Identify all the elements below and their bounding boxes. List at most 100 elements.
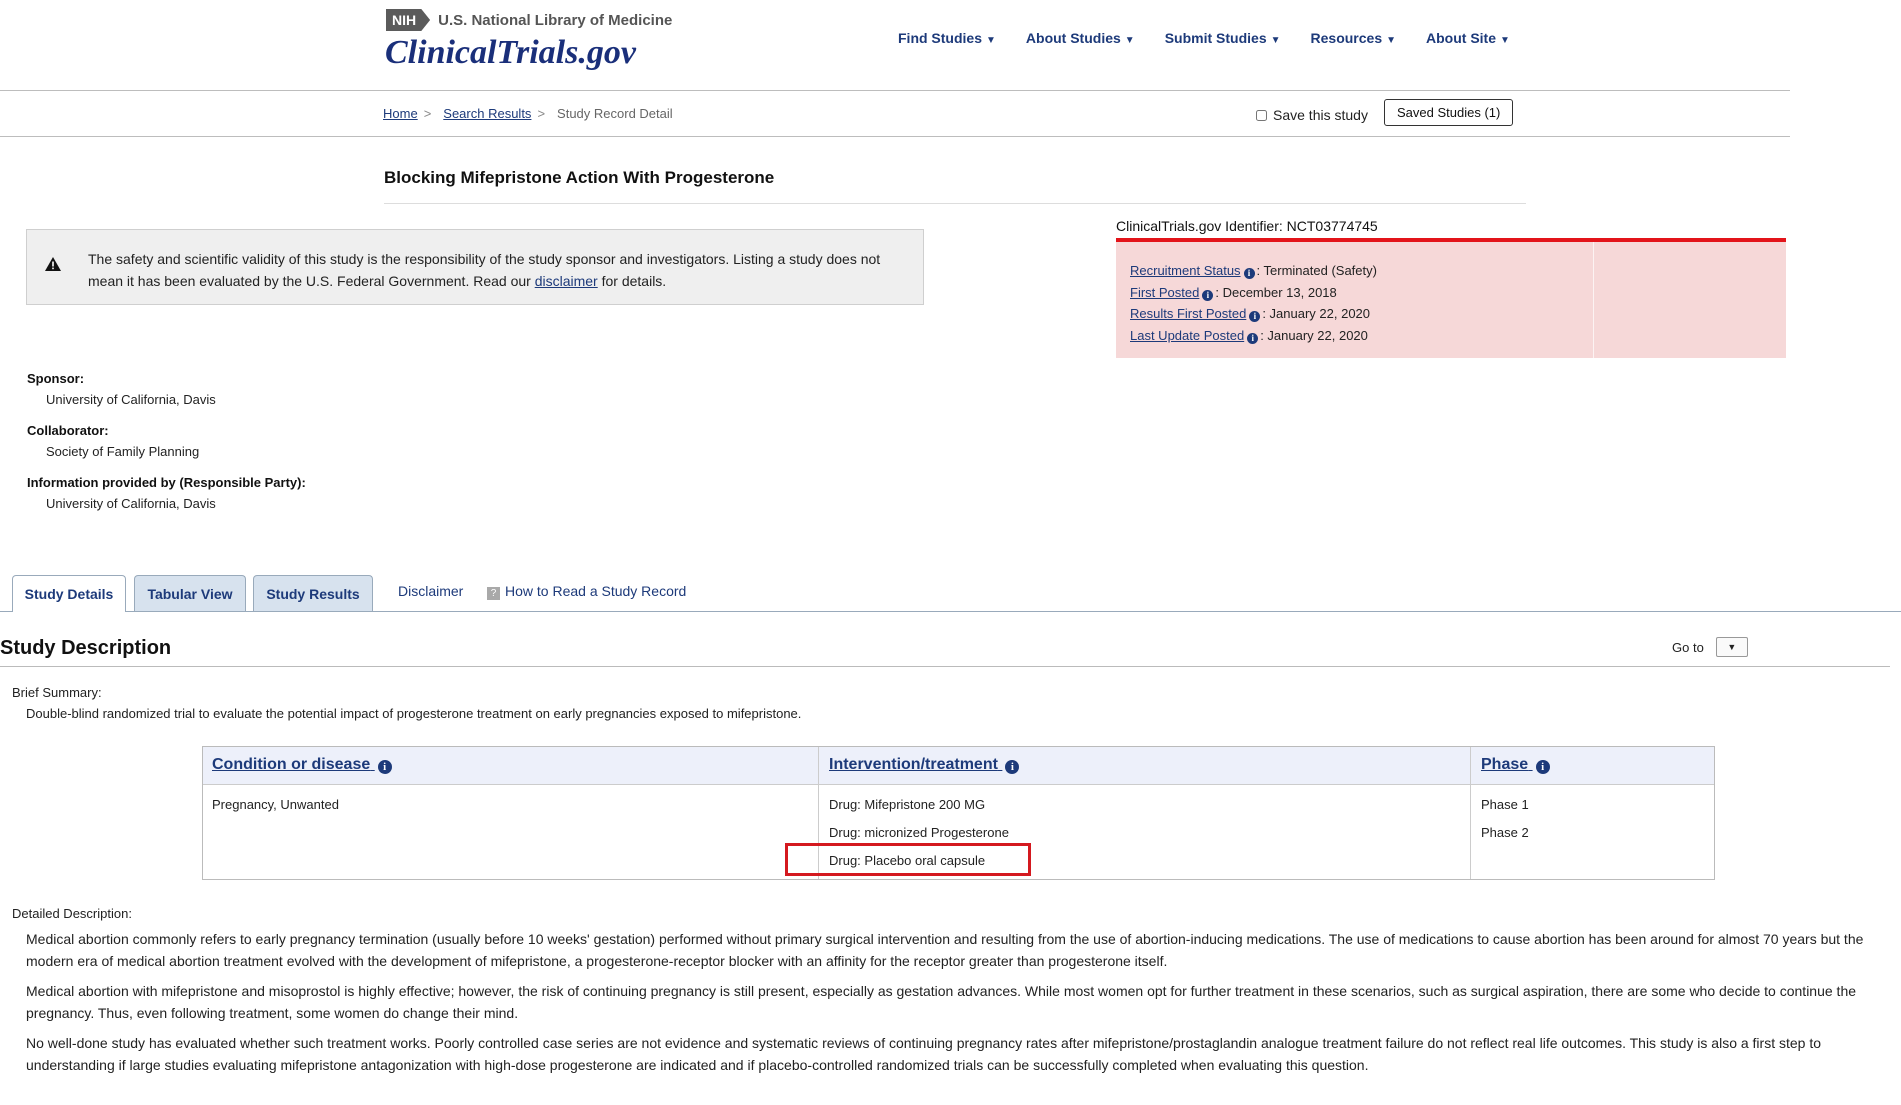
saved-studies-button[interactable]: Saved Studies (1)	[1384, 99, 1514, 126]
breadcrumb: Home > Search Results > Study Record Det…	[383, 106, 673, 121]
main-nav: Find Studies ▼ About Studies ▼ Submit Stud…	[898, 30, 1540, 46]
nav-find-studies[interactable]: Find Studies ▼	[898, 30, 996, 46]
first-posted-label[interactable]: First Posted	[1130, 285, 1199, 300]
save-study-label: Save this study	[1273, 107, 1368, 123]
goto-control: Go to ▼	[1672, 637, 1748, 657]
last-update-posted-label[interactable]: Last Update Posted	[1130, 328, 1244, 343]
collaborator-group: Collaborator: Society of Family Planning	[27, 423, 306, 459]
tab-tabular-view[interactable]: Tabular View	[134, 575, 246, 611]
study-identifier: ClinicalTrials.gov Identifier: NCT037747…	[1116, 218, 1378, 234]
site-header: NIH U.S. National Library of Medicine Cl…	[0, 0, 1790, 91]
how-to-read-label: How to Read a Study Record	[505, 583, 687, 599]
sponsor-value: University of California, Davis	[46, 392, 216, 407]
breadcrumb-home[interactable]: Home	[383, 106, 418, 121]
nav-label: Resources	[1310, 30, 1383, 46]
caret-down-icon: ▼	[1386, 35, 1397, 46]
how-to-read-link[interactable]: ? How to Read a Study Record	[487, 583, 686, 600]
breadcrumb-bar: Home > Search Results > Study Record Det…	[0, 91, 1790, 137]
caret-down-icon: ▼	[1500, 35, 1510, 46]
info-icon[interactable]: i	[1247, 332, 1259, 344]
description-divider	[0, 666, 1890, 667]
disclaimer-link[interactable]: disclaimer	[535, 273, 598, 289]
header-condition[interactable]: Condition or disease i	[212, 756, 394, 774]
goto-label: Go to	[1672, 639, 1704, 655]
panel-divider	[1593, 242, 1594, 358]
save-study-toggle[interactable]: Save this study	[1256, 107, 1368, 123]
header-phase-label: Phase	[1481, 756, 1529, 773]
collaborator-label: Collaborator:	[27, 423, 109, 438]
breadcrumb-current: Study Record Detail	[557, 106, 673, 121]
column-divider	[1470, 747, 1471, 879]
detailed-paragraph: Medical abortion commonly refers to earl…	[26, 931, 1864, 969]
nav-about-site[interactable]: About Site ▼	[1426, 30, 1510, 46]
disclaimer-text-part: The safety and scientific validity of th…	[88, 251, 881, 289]
status-list: Recruitment Status i: Terminated (Safety)…	[1130, 260, 1377, 346]
help-icon: ?	[487, 587, 500, 600]
tab-study-details[interactable]: Study Details	[12, 575, 126, 612]
header-condition-label: Condition or disease	[212, 756, 371, 773]
first-posted-row: First Posted i: December 13, 2018	[1130, 282, 1377, 304]
condition-cell: Pregnancy, Unwanted	[212, 797, 339, 812]
nav-label: About Studies	[1025, 30, 1121, 46]
phase-cell: Phase 2	[1481, 825, 1529, 840]
brief-summary-label: Brief Summary:	[12, 685, 102, 700]
sponsor-group: Sponsor: University of California, Davis	[27, 371, 306, 407]
caret-down-icon: ▼	[986, 35, 996, 46]
title-divider	[384, 203, 1526, 204]
brief-summary-text: Double-blind randomized trial to evaluat…	[26, 706, 802, 721]
info-icon[interactable]: i	[1243, 268, 1255, 279]
caret-down-icon: ▼	[1124, 35, 1135, 46]
intervention-cell: Drug: Mifepristone 200 MG	[829, 797, 986, 812]
breadcrumb-separator: >	[423, 106, 432, 121]
highlight-annotation	[785, 843, 1031, 876]
warning-triangle-icon	[45, 257, 61, 271]
site-logo-title[interactable]: ClinicalTrials.gov	[385, 34, 636, 72]
save-study-checkbox[interactable]	[1256, 109, 1267, 121]
nav-label: Submit Studies	[1164, 30, 1267, 46]
responsible-party-group: Information provided by (Responsible Par…	[27, 475, 306, 511]
detailed-paragraph: Medical abortion with mifepristone and m…	[26, 983, 1857, 1021]
detailed-paragraph: No well-done study has evaluated whether…	[26, 1035, 1822, 1073]
responsible-party-label: Information provided by (Responsible Par…	[27, 475, 306, 490]
results-first-posted-value: : January 22, 2020	[1262, 306, 1371, 321]
nlm-logo[interactable]: NIH U.S. National Library of Medicine	[386, 9, 672, 31]
breadcrumb-search-results[interactable]: Search Results	[443, 106, 531, 121]
recruitment-status-value: : Terminated (Safety)	[1256, 263, 1377, 278]
header-intervention-label: Intervention/treatment	[829, 756, 998, 773]
results-first-posted-row: Results First Posted i: January 22, 2020	[1130, 303, 1377, 325]
info-icon[interactable]: i	[1005, 760, 1020, 774]
disclaimer-notice: The safety and scientific validity of th…	[26, 229, 924, 305]
disclaimer-text: The safety and scientific validity of th…	[88, 248, 888, 292]
nih-badge: NIH	[386, 9, 431, 31]
results-first-posted-label[interactable]: Results First Posted	[1130, 306, 1246, 321]
info-icon[interactable]: i	[1202, 289, 1214, 301]
nav-label: About Site	[1426, 30, 1497, 46]
sponsor-info: Sponsor: University of California, Davis…	[27, 371, 306, 527]
status-panel: Recruitment Status i: Terminated (Safety)…	[1116, 242, 1786, 358]
study-description-heading: Study Description	[0, 637, 172, 659]
responsible-party-value: University of California, Davis	[46, 496, 216, 511]
nav-about-studies[interactable]: About Studies ▼	[1026, 30, 1135, 46]
disclaimer-link-tab[interactable]: Disclaimer	[398, 583, 463, 599]
disclaimer-text-part: for details.	[597, 273, 667, 289]
nav-resources[interactable]: Resources ▼	[1311, 30, 1397, 46]
info-icon[interactable]: i	[1535, 760, 1550, 774]
recruitment-status-row: Recruitment Status i: Terminated (Safety)	[1130, 260, 1377, 282]
recruitment-status-label[interactable]: Recruitment Status	[1130, 263, 1241, 278]
sponsor-label: Sponsor:	[27, 371, 85, 386]
header-phase[interactable]: Phase i	[1481, 756, 1552, 774]
info-icon[interactable]: i	[1249, 311, 1261, 322]
last-update-posted-row: Last Update Posted i: January 22, 2020	[1130, 325, 1377, 347]
caret-down-icon: ▼	[1727, 642, 1737, 652]
breadcrumb-separator: >	[537, 106, 546, 121]
study-title: Blocking Mifepristone Action With Proges…	[384, 168, 775, 187]
goto-dropdown[interactable]: ▼	[1715, 637, 1748, 657]
detailed-description-label: Detailed Description:	[12, 906, 132, 921]
phase-cell: Phase 1	[1481, 797, 1529, 812]
caret-down-icon: ▼	[1270, 35, 1281, 46]
tab-study-results[interactable]: Study Results	[253, 575, 373, 611]
header-intervention[interactable]: Intervention/treatment i	[829, 756, 1021, 774]
nav-label: Find Studies	[898, 30, 982, 46]
info-icon[interactable]: i	[377, 760, 392, 774]
nav-submit-studies[interactable]: Submit Studies ▼	[1165, 30, 1281, 46]
